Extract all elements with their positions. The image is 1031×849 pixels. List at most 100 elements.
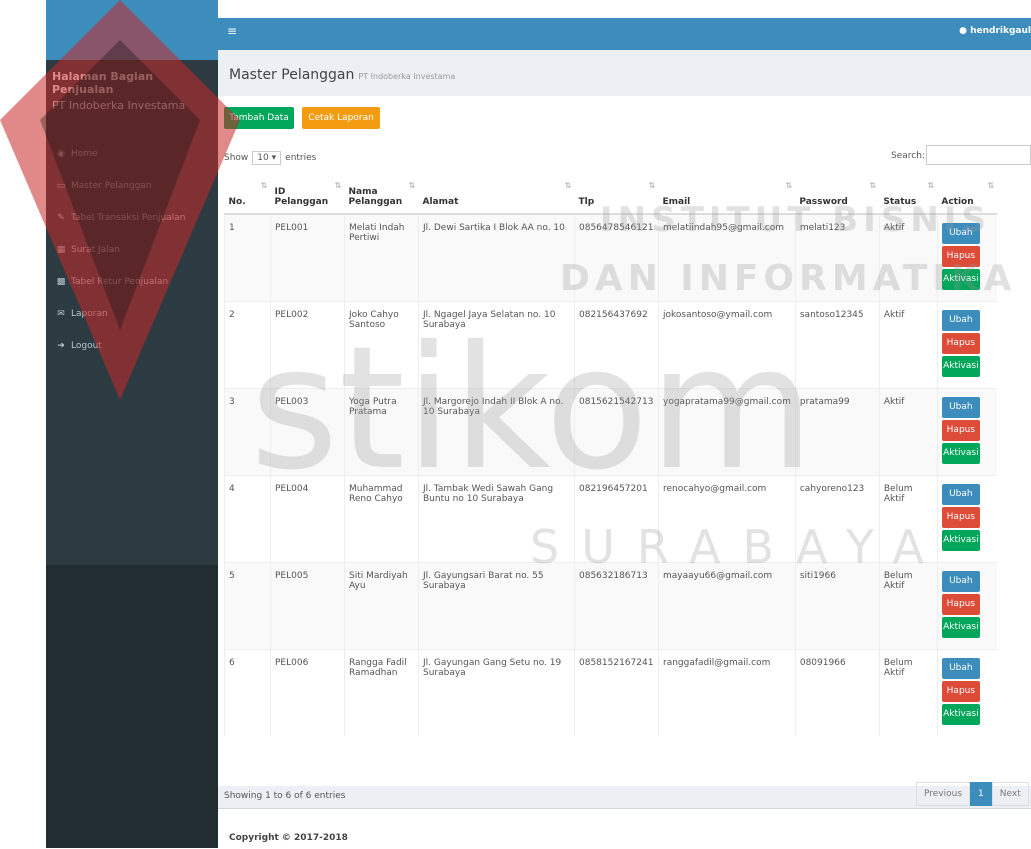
delete-button[interactable]: Hapus (941, 332, 980, 354)
sidebar-item-surat-jalan[interactable]: ▦ Surat Jalan (46, 234, 218, 266)
activate-button[interactable]: Aktivasi (941, 269, 980, 290)
search-label: Search: (891, 151, 925, 161)
cell-alamat: Jl. Ngagel Jaya Selatan no. 10 Surabaya (418, 300, 575, 388)
cell-nama: Siti Mardiyah Ayu (344, 561, 419, 649)
print-report-button[interactable]: Cetak Laporan (302, 107, 380, 129)
customer-table: No. ⇅ ID Pelanggan ⇅ Nama Pelanggan ⇅ Alama… (224, 175, 998, 736)
cell-password: cahyoreno123 (794, 474, 880, 562)
edit-button[interactable]: Ubah (941, 483, 980, 505)
cell-no: 4 (224, 474, 271, 562)
cell-action: Ubah Hapus Aktivasi (936, 474, 998, 562)
add-data-button[interactable]: Tambah Data (224, 107, 294, 129)
column-header[interactable]: Action ⇅ (937, 175, 998, 215)
calendar-icon: ▩ (56, 277, 66, 287)
delete-button[interactable]: Hapus (941, 246, 980, 267)
delete-button[interactable]: Hapus (941, 680, 980, 702)
cell-email: jokosantoso@ymail.com (658, 300, 796, 388)
table-header-row: No. ⇅ ID Pelanggan ⇅ Nama Pelanggan ⇅ Alama… (224, 175, 998, 215)
column-header[interactable]: Password ⇅ (795, 175, 880, 215)
cell-action: Ubah Hapus Aktivasi (936, 561, 998, 649)
sign-out-icon: ➜ (57, 341, 65, 351)
edit-button[interactable]: Ubah (941, 223, 980, 244)
cell-nama: Joko Cahyo Santoso (344, 300, 419, 388)
cell-id: PEL002 (270, 300, 345, 388)
search-input[interactable] (926, 145, 1031, 165)
table-row: 2 PEL002 Joko Cahyo Santoso Jl. Ngagel Jaya… (224, 300, 998, 388)
cell-password: siti1966 (794, 561, 880, 649)
sort-icon: ⇅ (564, 181, 572, 190)
activate-button[interactable]: Aktivasi (941, 529, 980, 551)
activate-button[interactable]: Aktivasi (941, 616, 980, 638)
cell-nama: Muhammad Reno Cahyo (344, 474, 419, 562)
user-name: hendrikgaul (970, 26, 1031, 36)
sidebar-item-label: Tabel Transaksi Penjualan (71, 213, 186, 223)
sidebar-item-home[interactable]: ◉ Home (46, 138, 218, 170)
user-menu[interactable]: ● hendrikgaul (959, 26, 1031, 36)
cell-action: Ubah Hapus Aktivasi (936, 213, 998, 301)
cell-id: PEL005 (270, 561, 345, 649)
cell-id: PEL001 (270, 213, 345, 301)
cell-no: 6 (224, 648, 271, 736)
sidebar-item-laporan[interactable]: ✉ Laporan (46, 298, 218, 330)
sidebar-item-label: Home (71, 149, 98, 159)
column-header[interactable]: ID Pelanggan ⇅ (270, 175, 345, 215)
activate-button[interactable]: Aktivasi (941, 355, 980, 377)
column-header[interactable]: Tlp ⇅ (574, 175, 659, 215)
cell-status: Belum Aktif (878, 648, 938, 736)
entries-length-control: Show 10 ▾ entries (224, 151, 316, 165)
sidebar-item-transaksi[interactable]: ✎ Tabel Transaksi Penjualan (46, 202, 218, 234)
table-body: 1 PEL001 Melati Indah Pertiwi Jl. Dewi Sart… (224, 213, 998, 736)
edit-button[interactable]: Ubah (941, 570, 980, 592)
brand-title: Halaman Bagian Penjualan (52, 70, 154, 96)
show-label: Show (224, 153, 249, 163)
cell-email: ranggafadil@gmail.com (658, 648, 796, 736)
column-header[interactable]: Status ⇅ (879, 175, 938, 215)
sort-icon: ⇅ (260, 181, 268, 190)
column-header[interactable]: Email ⇅ (658, 175, 796, 215)
cell-email: melatiindah95@gmail.com (658, 213, 796, 301)
cell-email: renocahyo@gmail.com (658, 474, 796, 562)
table-icon: ▦ (56, 245, 66, 255)
column-header[interactable]: Nama Pelanggan ⇅ (344, 175, 419, 215)
cell-nama: Rangga Fadil Ramadhan (344, 648, 419, 736)
cell-password: 08091966 (794, 648, 880, 736)
table-row: 3 PEL003 Yoga Putra Pratama Jl. Margorejo I… (224, 387, 998, 475)
main-content: Tambah Data Cetak Laporan Show 10 ▾ entrie… (218, 96, 1031, 848)
sort-icon: ⇅ (869, 181, 877, 190)
brand-subtitle: PT Indoberka Investama (52, 99, 186, 112)
footer: Copyright © 2017-2018 (218, 808, 1031, 849)
activate-button[interactable]: Aktivasi (941, 703, 980, 725)
column-header[interactable]: No. ⇅ (224, 175, 271, 215)
sidebar-item-retur[interactable]: ▩ Tabel Retur Penjualan (46, 266, 218, 298)
sidebar-item-master-pelanggan[interactable]: ▭ Master Pelanggan (46, 170, 218, 202)
next-page-button[interactable]: Next (991, 782, 1029, 806)
hamburger-menu-icon[interactable]: ≡ (227, 24, 237, 38)
sidebar-item-logout[interactable]: ➜ Logout (46, 330, 218, 362)
delete-button[interactable]: Hapus (941, 593, 980, 615)
cell-password: melati123 (794, 213, 880, 301)
cell-nama: Yoga Putra Pratama (344, 387, 419, 475)
entries-select[interactable]: 10 ▾ (252, 151, 282, 165)
sidebar-item-label: Tabel Retur Penjualan (71, 277, 169, 287)
sidebar-item-label: Laporan (71, 309, 108, 319)
cell-no: 2 (224, 300, 271, 388)
data-box: Tambah Data Cetak Laporan Show 10 ▾ entrie… (218, 96, 1031, 806)
column-header[interactable]: Alamat ⇅ (418, 175, 575, 215)
entries-value: 10 (257, 153, 269, 163)
cell-id: PEL004 (270, 474, 345, 562)
table-row: 4 PEL004 Muhammad Reno Cahyo Jl. Tambak Wed… (224, 474, 998, 562)
copyright-text: Copyright © 2017-2018 (229, 833, 348, 843)
previous-page-button[interactable]: Previous (916, 782, 971, 806)
entries-label: entries (285, 153, 317, 163)
delete-button[interactable]: Hapus (941, 506, 980, 528)
delete-button[interactable]: Hapus (941, 419, 980, 441)
sort-icon: ⇅ (785, 181, 793, 190)
cell-action: Ubah Hapus Aktivasi (936, 648, 998, 736)
page-1-button[interactable]: 1 (970, 782, 992, 806)
cell-no: 5 (224, 561, 271, 649)
edit-button[interactable]: Ubah (941, 657, 980, 679)
cell-password: pratama99 (794, 387, 880, 475)
edit-button[interactable]: Ubah (941, 396, 980, 418)
activate-button[interactable]: Aktivasi (941, 442, 980, 464)
edit-button[interactable]: Ubah (941, 309, 980, 331)
